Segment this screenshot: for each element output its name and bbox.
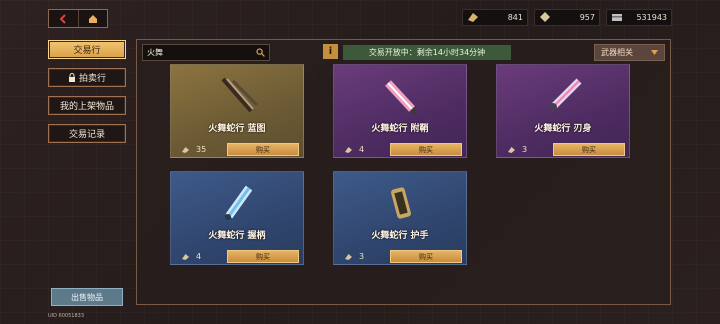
resource-currency-value: 531943: [636, 13, 667, 22]
back-arrow-icon: [59, 13, 66, 24]
crystal-shard-icon: [182, 253, 189, 260]
currency-card-icon: [612, 14, 622, 21]
item-count-value: 4: [196, 252, 202, 261]
crystal-shard-icon: [345, 253, 352, 260]
buy-button[interactable]: 购买: [227, 143, 299, 156]
item-count-value: 35: [196, 145, 207, 154]
crystal-shard-icon: [182, 146, 189, 153]
sidebar-item-label: 我的上架物品: [59, 102, 114, 112]
search-input[interactable]: 火舞: [142, 44, 270, 61]
info-button[interactable]: i: [323, 44, 338, 59]
sidebar-item-my-listings[interactable]: 我的上架物品: [48, 96, 126, 115]
crystal-shard-icon: [345, 146, 352, 153]
search-input-value: 火舞: [147, 48, 163, 57]
item-name: 火舞蛇行 附鞘: [371, 124, 429, 134]
grip-icon: [225, 185, 253, 220]
chevron-down-icon: [651, 50, 658, 55]
blade-blueprint-icon: [221, 77, 259, 113]
top-nav: [48, 9, 108, 28]
category-filter-label: 武器相关: [601, 48, 633, 57]
item-name: 火舞蛇行 刃身: [534, 124, 592, 134]
resource-gem: 957: [534, 9, 600, 26]
item-name: 火舞蛇行 握柄: [208, 231, 266, 241]
search-icon[interactable]: [256, 48, 265, 57]
sell-item-label: 出售物品: [71, 292, 103, 302]
card-header-strip: [171, 172, 303, 180]
item-count-value: 4: [359, 145, 365, 154]
item-name: 火舞蛇行 护手: [371, 231, 429, 241]
gem-icon: [540, 12, 550, 22]
category-filter-dropdown[interactable]: 武器相关: [594, 44, 665, 61]
trade-status-banner: 交易开放中：剩余14小时34分钟: [343, 45, 511, 60]
item-count: 4: [181, 252, 201, 261]
sheath-icon: [385, 80, 417, 114]
crystal-shard-icon: [508, 146, 515, 153]
item-name: 火舞蛇行 蓝图: [208, 124, 266, 134]
item-card-grip[interactable]: 火舞蛇行 握柄 4 购买: [170, 171, 304, 265]
card-header-strip: [171, 65, 303, 73]
home-button[interactable]: [77, 10, 108, 27]
sidebar-item-trade[interactable]: 交易行: [48, 40, 126, 59]
card-header-strip: [334, 172, 466, 180]
home-icon: [88, 14, 97, 23]
resource-crystal-value: 841: [507, 13, 523, 22]
sell-item-button[interactable]: 出售物品: [51, 288, 123, 306]
sidebar-item-label: 交易记录: [68, 130, 105, 140]
card-header-strip: [497, 65, 629, 73]
sidebar-item-trade-records[interactable]: 交易记录: [48, 124, 126, 143]
blade-icon: [549, 78, 582, 111]
hand-guard-icon: [391, 187, 411, 219]
item-card-guard[interactable]: 火舞蛇行 护手 3 购买: [333, 171, 467, 265]
item-count: 4: [344, 145, 364, 154]
item-card-sheath[interactable]: 火舞蛇行 附鞘 4 购买: [333, 64, 467, 158]
item-count: 3: [344, 252, 364, 261]
buy-button[interactable]: 购买: [390, 250, 462, 263]
item-card-blueprint[interactable]: 火舞蛇行 蓝图 35 购买: [170, 64, 304, 158]
resource-crystal: 841: [462, 9, 528, 26]
lock-icon: [68, 73, 75, 82]
item-count-value: 3: [359, 252, 365, 261]
buy-button[interactable]: 购买: [553, 143, 625, 156]
back-button[interactable]: [49, 10, 78, 27]
buy-button[interactable]: 购买: [227, 250, 299, 263]
sidebar-item-label: 交易行: [73, 46, 101, 56]
item-count: 3: [507, 145, 527, 154]
resource-currency: 531943: [606, 9, 672, 26]
item-count-value: 3: [522, 145, 528, 154]
crystal-shard-icon: [468, 13, 478, 22]
user-id: UID 60051833: [48, 313, 85, 319]
sidebar-item-label: 拍卖行: [78, 74, 106, 84]
card-header-strip: [334, 65, 466, 73]
sidebar-item-auction[interactable]: 拍卖行: [48, 68, 126, 87]
item-count: 35: [181, 145, 206, 154]
resource-gem-value: 957: [579, 13, 595, 22]
buy-button[interactable]: 购买: [390, 143, 462, 156]
item-card-blade[interactable]: 火舞蛇行 刃身 3 购买: [496, 64, 630, 158]
